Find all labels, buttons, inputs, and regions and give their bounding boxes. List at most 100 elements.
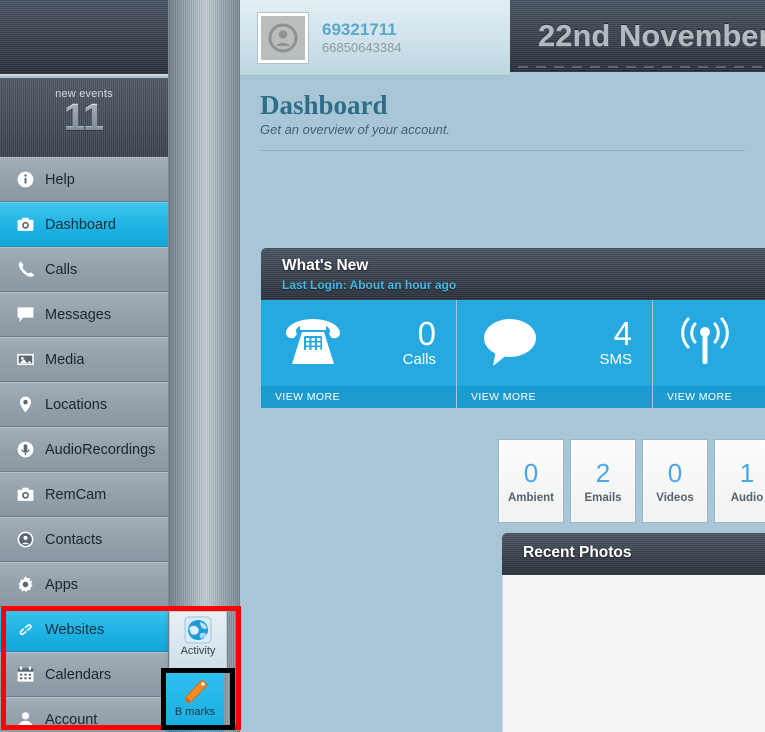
current-date: 22nd November: [538, 18, 765, 53]
page-header: Dashboard Get an overview of your accoun…: [240, 76, 765, 137]
recent-photos-panel: Recent Photos: [502, 533, 765, 732]
whats-new-title: What's New: [282, 257, 369, 274]
counter-tile-emails[interactable]: 2 Emails: [570, 439, 636, 523]
counter-label: Emails: [584, 491, 622, 504]
new-events-count: 11: [0, 98, 168, 138]
sidebar-item-label: Websites: [45, 621, 105, 638]
side-button-bookmarks-label: B marks: [174, 706, 216, 718]
sidebar-item-remcam[interactable]: RemCam: [0, 472, 168, 517]
sidebar-item-locations[interactable]: Locations: [0, 382, 168, 427]
sidebar-item-label: Calendars: [45, 666, 112, 683]
recent-photos-body: [502, 575, 765, 732]
map-pin-icon: [14, 395, 36, 415]
account-text: 69321711 66850643384: [322, 20, 402, 56]
stat-tile-top: 0 Calls: [261, 300, 456, 386]
globe-icon: [182, 615, 214, 645]
sidebar-nav: Help Dashboard Calls Messages Media Locations…: [0, 157, 168, 732]
sidebar-item-calls[interactable]: Calls: [0, 247, 168, 292]
stat-tile[interactable]: VIEW MORE: [653, 300, 765, 408]
stat-tile-name: SMS: [599, 351, 632, 368]
sidebar-item-websites[interactable]: Websites: [0, 607, 168, 652]
account-id: 69321711: [322, 19, 397, 39]
counter-tile-audio[interactable]: 1 Audio: [714, 439, 765, 523]
sidebar-item-label: Apps: [45, 576, 79, 593]
sidebar-item-dashboard[interactable]: Dashboard: [0, 202, 168, 247]
new-events-counter[interactable]: new events 11: [0, 78, 168, 157]
stat-tiles: 0 Calls VIEW MORE 4 SMS VIEW MORE VIEW MORE: [261, 300, 765, 408]
avatar: [258, 12, 308, 63]
counter-value: 1: [739, 457, 755, 488]
counter-tile-ambient[interactable]: 0 Ambient: [498, 439, 564, 523]
sidebar-item-label: Account: [45, 711, 98, 728]
link-icon: [14, 620, 36, 640]
camera-icon: [14, 485, 36, 505]
whats-new-panel: What's New Last Login: About an hour ago…: [261, 248, 765, 408]
sidebar-item-apps[interactable]: Apps: [0, 562, 168, 607]
sidebar-item-help[interactable]: Help: [0, 157, 168, 202]
bookmark-icon: [179, 676, 211, 706]
sidebar-item-label: Contacts: [45, 531, 103, 548]
sidebar-item-label: RemCam: [45, 486, 107, 503]
app-root: new events 11 Help Dashboard Calls Messages…: [0, 0, 765, 732]
sidebar-item-calendars[interactable]: Calendars: [0, 652, 168, 697]
telephone-icon: [275, 316, 351, 370]
counter-value: 0: [667, 457, 683, 488]
page-title: Dashboard: [260, 90, 388, 120]
speech-bubble-icon: [471, 316, 547, 370]
message-icon: [14, 305, 36, 325]
user-icon: [14, 710, 36, 730]
counter-label: Audio: [730, 491, 764, 504]
view-more-button[interactable]: VIEW MORE: [457, 386, 652, 408]
counter-tiles: 0Ambient2Emails0Videos1Audio0Photos4Webs…: [498, 439, 765, 523]
gear-icon: [14, 575, 36, 595]
stat-tile[interactable]: 0 Calls VIEW MORE: [261, 300, 456, 408]
user-avatar-icon: [268, 23, 298, 52]
side-button-activity[interactable]: Activity: [169, 611, 227, 669]
sidebar-item-label: AudioRecordings: [45, 441, 156, 458]
sidebar-item-label: Help: [45, 171, 75, 188]
stat-tile-top: [653, 300, 765, 386]
side-button-activity-label: Activity: [180, 645, 216, 657]
stat-tile-value: 0: [417, 315, 436, 352]
image-icon: [14, 350, 36, 370]
counter-tile-videos[interactable]: 0 Videos: [642, 439, 708, 523]
sidebar-item-audiorecordings[interactable]: AudioRecordings: [0, 427, 168, 472]
sidebar-item-label: Dashboard: [45, 216, 116, 233]
sidebar-item-label: Calls: [45, 261, 78, 278]
sidebar-item-label: Locations: [45, 396, 108, 413]
header-divider: [260, 150, 745, 151]
recent-photos-title: Recent Photos: [523, 544, 632, 561]
stat-tile-values: 4 SMS: [547, 317, 638, 369]
sidebar-item-contacts[interactable]: Contacts: [0, 517, 168, 562]
info-icon: [14, 170, 36, 190]
counter-label: Videos: [656, 491, 694, 504]
account-panel[interactable]: 69321711 66850643384: [240, 0, 510, 76]
signal-tower-icon: [667, 316, 743, 370]
stat-tile-name: Calls: [402, 351, 436, 368]
date-banner: 22nd November: [510, 0, 765, 72]
microphone-icon: [14, 440, 36, 460]
stat-tile[interactable]: 4 SMS VIEW MORE: [457, 300, 652, 408]
camera-icon: [14, 215, 36, 235]
side-button-bookmarks[interactable]: B marks: [166, 673, 224, 731]
account-imei: 66850643384: [322, 39, 402, 55]
view-more-button[interactable]: VIEW MORE: [653, 386, 765, 408]
page-subtitle: Get an overview of your account.: [260, 122, 451, 137]
view-more-button[interactable]: VIEW MORE: [261, 386, 456, 408]
calendar-icon: [14, 665, 36, 685]
last-login-text: Last Login: About an hour ago: [282, 278, 457, 292]
sidebar-item-account[interactable]: Account: [0, 697, 168, 732]
counter-value: 0: [523, 457, 539, 488]
sidebar-item-label: Media: [45, 351, 85, 368]
sidebar: new events 11 Help Dashboard Calls Messages…: [0, 0, 241, 732]
phone-icon: [14, 260, 36, 280]
sidebar-item-messages[interactable]: Messages: [0, 292, 168, 337]
logo-area[interactable]: [0, 0, 168, 76]
sidebar-item-media[interactable]: Media: [0, 337, 168, 382]
main-content: Dashboard Get an overview of your accoun…: [240, 76, 765, 732]
contact-icon: [14, 530, 36, 550]
counter-label: Ambient: [508, 491, 554, 504]
stat-tile-top: 4 SMS: [457, 300, 652, 386]
stat-tile-value: 4: [613, 315, 632, 352]
sidebar-item-label: Messages: [45, 306, 112, 323]
